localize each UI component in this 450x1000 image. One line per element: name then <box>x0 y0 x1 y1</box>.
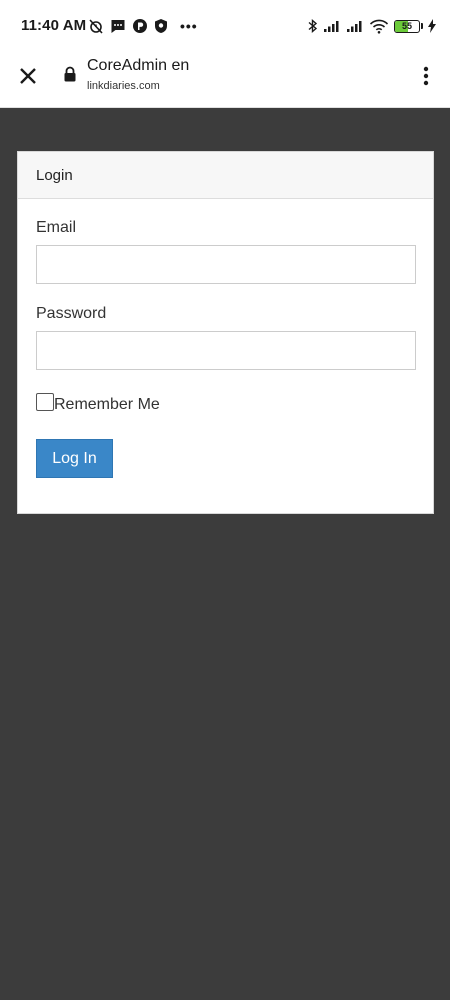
bluetooth-icon <box>308 18 318 34</box>
charging-icon <box>428 19 436 33</box>
remember-me-checkbox[interactable] <box>36 393 54 411</box>
password-label: Password <box>36 305 107 322</box>
battery-tip <box>421 23 423 29</box>
battery-icon: 55 <box>394 19 420 33</box>
shield-icon <box>154 18 168 34</box>
page-url[interactable]: linkdiaries.com <box>87 80 160 92</box>
alarm-off-icon <box>88 18 104 34</box>
page-title: CoreAdmin en <box>87 57 190 74</box>
password-field[interactable] <box>36 331 416 370</box>
remember-me-label[interactable]: Remember Me <box>54 396 160 414</box>
browser-toolbar: CoreAdmin en linkdiaries.com <box>0 52 450 108</box>
lock-icon <box>63 66 79 84</box>
message-icon <box>110 18 126 34</box>
close-icon <box>20 68 36 84</box>
email-field[interactable] <box>36 245 416 284</box>
remember-me-row[interactable]: Remember Me <box>36 393 160 414</box>
wifi-icon <box>369 19 389 34</box>
notification-icons: ••• <box>88 17 198 35</box>
status-time: 11:40 AM <box>21 17 87 34</box>
more-vert-icon <box>423 66 429 86</box>
login-card: Login Email Password Remember Me Log In <box>17 151 434 514</box>
system-icons: 55 <box>308 17 436 35</box>
close-tab-button[interactable] <box>12 60 44 92</box>
log-in-button[interactable]: Log In <box>36 439 113 478</box>
browser-menu-button[interactable] <box>414 60 438 92</box>
login-card-header: Login <box>18 152 433 199</box>
p-badge-icon <box>132 18 148 34</box>
signal-icon <box>346 19 364 33</box>
battery-level: 55 <box>401 21 412 31</box>
status-bar: 11:40 AM ••• 55 <box>0 0 450 52</box>
email-label: Email <box>36 219 77 236</box>
signal-icon <box>323 19 341 33</box>
more-notifications-icon: ••• <box>180 18 198 34</box>
